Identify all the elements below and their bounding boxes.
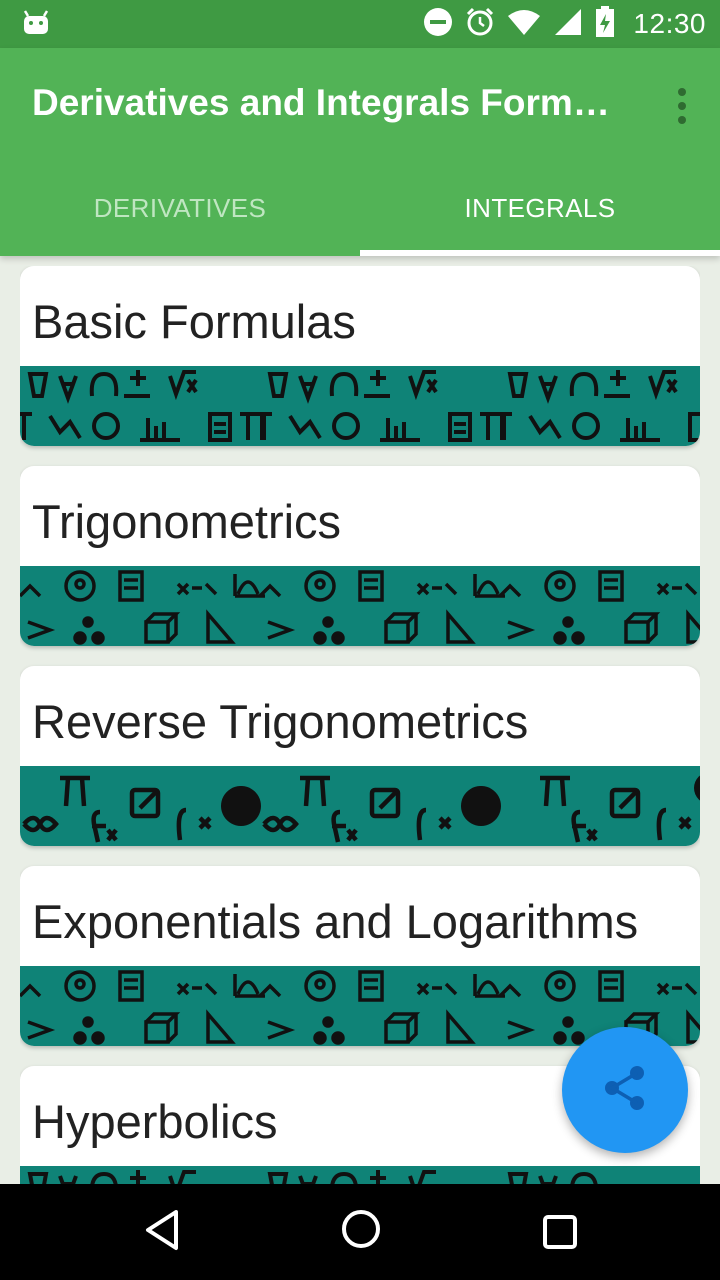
share-icon <box>600 1063 650 1117</box>
cell-signal-icon <box>553 7 583 41</box>
android-icon <box>22 10 50 40</box>
do-not-disturb-icon <box>423 7 453 41</box>
card-trigonometrics[interactable]: Trigonometrics <box>20 466 700 646</box>
back-icon[interactable] <box>142 1208 182 1256</box>
battery-charging-icon <box>595 6 615 42</box>
tab-bar: DERIVATIVES INTEGRALS <box>0 160 720 256</box>
status-bar: 12:30 <box>0 0 720 48</box>
math-pattern-banner <box>20 566 700 646</box>
status-time: 12:30 <box>633 8 706 39</box>
card-basic-formulas[interactable]: Basic Formulas <box>20 266 700 446</box>
app-title: Derivatives and Integrals Formulas <box>32 82 612 123</box>
card-label: Exponentials and Logarithms <box>32 895 639 948</box>
wifi-icon <box>507 8 541 40</box>
card-label: Basic Formulas <box>32 295 356 348</box>
card-label: Reverse Trigonometrics <box>32 695 529 748</box>
app-bar: Derivatives and Integrals Formulas DERIV… <box>0 48 720 256</box>
card-exponentials-logarithms[interactable]: Exponentials and Logarithms <box>20 866 700 1046</box>
tab-derivatives[interactable]: DERIVATIVES <box>0 160 360 256</box>
card-label: Trigonometrics <box>32 495 342 548</box>
recents-icon[interactable] <box>542 1214 578 1254</box>
more-vert-icon[interactable] <box>674 86 690 126</box>
math-pattern-banner <box>20 1166 700 1184</box>
alarm-icon <box>465 7 495 41</box>
card-reverse-trigonometrics[interactable]: Reverse Trigonometrics <box>20 666 700 846</box>
math-pattern-banner <box>20 366 700 446</box>
math-pattern-banner <box>20 766 700 846</box>
tab-integrals[interactable]: INTEGRALS <box>360 160 720 256</box>
share-button[interactable] <box>562 1027 688 1153</box>
home-icon[interactable] <box>340 1208 382 1254</box>
card-label: Hyperbolics <box>32 1095 278 1148</box>
system-nav-bar <box>0 1184 720 1280</box>
